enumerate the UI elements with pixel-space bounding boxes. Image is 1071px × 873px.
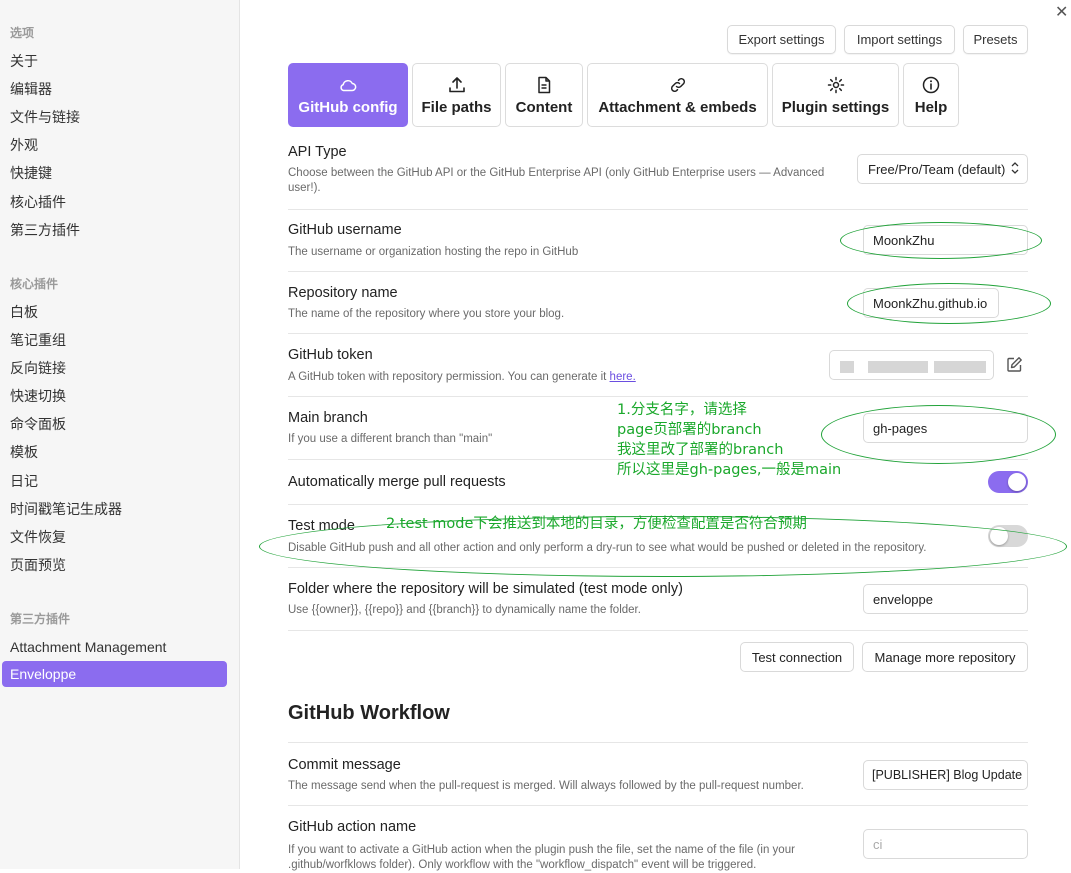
api-type-select[interactable]: Free/Pro/Team (default) [857, 154, 1028, 184]
sidebar-item-canvas[interactable]: 白板 [10, 303, 38, 321]
presets-button[interactable]: Presets [963, 25, 1028, 54]
setting-desc: .github/worfklows folder). Only workflow… [288, 859, 757, 871]
redacted-token [840, 361, 854, 373]
workflow-section-title: GitHub Workflow [288, 702, 450, 724]
sidebar-group-options: 选项 [10, 26, 35, 40]
sidebar-item-templates[interactable]: 模板 [10, 443, 38, 461]
select-value: Free/Pro/Team (default) [868, 161, 1006, 177]
setting-desc: The username or organization hosting the… [288, 246, 579, 258]
setting-name: Commit message [288, 757, 401, 773]
setting-name: GitHub token [288, 347, 373, 363]
sidebar-item-about[interactable]: 关于 [10, 52, 38, 70]
redacted-token [868, 361, 928, 373]
sidebar-item-file-recovery[interactable]: 文件恢复 [10, 528, 66, 546]
folder-input[interactable]: enveloppe [863, 584, 1028, 614]
tab-attachment-embeds[interactable]: Attachment & embeds [587, 63, 768, 127]
tab-label: GitHub config [298, 98, 398, 116]
sidebar-item-page-preview[interactable]: 页面预览 [10, 556, 66, 574]
sidebar-item-quick-switcher[interactable]: 快速切换 [10, 387, 66, 405]
sidebar-item-enveloppe[interactable]: Enveloppe [2, 661, 227, 687]
setting-name: Folder where the repository will be simu… [288, 581, 683, 597]
sidebar-item-note-composer[interactable]: 笔记重组 [10, 331, 66, 349]
setting-name: Main branch [288, 410, 368, 426]
commit-message-input[interactable]: [PUBLISHER] Blog Update [863, 760, 1028, 790]
test-connection-button[interactable]: Test connection [740, 642, 854, 672]
setting-desc: If you use a different branch than "main… [288, 433, 493, 445]
sidebar-item-attachment-management[interactable]: Attachment Management [10, 638, 166, 656]
cloud-icon [339, 75, 357, 95]
manage-repository-button[interactable]: Manage more repository [862, 642, 1028, 672]
settings-sidebar: 选项 关于 编辑器 文件与链接 外观 快捷键 核心插件 第三方插件 核心插件 白… [0, 0, 240, 869]
sidebar-item-hotkeys[interactable]: 快捷键 [10, 164, 52, 182]
generate-token-link[interactable]: here. [610, 371, 636, 383]
close-icon[interactable]: ✕ [1055, 2, 1068, 22]
tab-label: Help [914, 98, 948, 116]
setting-name: Automatically merge pull requests [288, 474, 506, 490]
tab-file-paths[interactable]: File paths [412, 63, 501, 127]
setting-name: GitHub username [288, 222, 402, 238]
sidebar-item-backlinks[interactable]: 反向链接 [10, 359, 66, 377]
sidebar-group-third: 第三方插件 [10, 612, 71, 626]
setting-name: API Type [288, 144, 347, 160]
token-input[interactable] [829, 350, 994, 380]
annotation-ellipse [840, 222, 1042, 259]
toggle-knob [1008, 473, 1026, 491]
setting-name: Repository name [288, 285, 398, 301]
tab-label: Attachment & embeds [598, 98, 757, 116]
setting-desc: Use {{owner}}, {{repo}} and {{branch}} t… [288, 604, 641, 616]
setting-desc: Choose between the GitHub API or the Git… [288, 167, 825, 194]
setting-desc: The message send when the pull-request i… [288, 780, 804, 792]
tab-label: Content [515, 98, 573, 116]
annotation-ellipse [821, 405, 1056, 464]
sidebar-item-files-links[interactable]: 文件与链接 [10, 108, 80, 126]
annotation-ellipse [847, 283, 1051, 324]
document-icon [536, 75, 552, 95]
sidebar-item-command-palette[interactable]: 命令面板 [10, 415, 66, 433]
setting-desc: The name of the repository where you sto… [288, 308, 565, 320]
auto-merge-toggle[interactable] [988, 471, 1028, 493]
tab-help[interactable]: Help [903, 63, 959, 127]
redacted-token [934, 361, 986, 373]
edit-icon[interactable] [1006, 356, 1023, 378]
sidebar-item-community-plugins[interactable]: 第三方插件 [10, 221, 80, 239]
sidebar-item-appearance[interactable]: 外观 [10, 136, 38, 154]
action-name-input[interactable]: ci [863, 829, 1028, 859]
tab-label: Plugin settings [781, 98, 890, 116]
tab-plugin-settings[interactable]: Plugin settings [772, 63, 899, 127]
sidebar-item-core-plugins[interactable]: 核心插件 [10, 193, 66, 211]
link-icon [669, 75, 687, 95]
sidebar-item-unique-note[interactable]: 时间戳笔记生成器 [10, 500, 122, 518]
chevron-updown-icon [1011, 161, 1019, 178]
tab-label: File paths [421, 98, 492, 116]
divider [288, 630, 1028, 631]
tab-github-config[interactable]: GitHub config [288, 63, 408, 127]
setting-desc: A GitHub token with repository permissio… [288, 371, 636, 383]
info-icon [922, 75, 940, 95]
export-settings-button[interactable]: Export settings [727, 25, 836, 54]
upload-icon [448, 75, 466, 95]
setting-desc: If you want to activate a GitHub action … [288, 844, 795, 856]
import-settings-button[interactable]: Import settings [844, 25, 955, 54]
sidebar-group-core: 核心插件 [10, 277, 59, 291]
tab-content[interactable]: Content [505, 63, 583, 127]
setting-name: GitHub action name [288, 819, 417, 835]
branch-annotation: 1.分支名字，请选择 page页部署的branch 我这里改了部署的branch… [617, 402, 842, 478]
sidebar-item-editor[interactable]: 编辑器 [10, 80, 52, 98]
gear-icon [827, 75, 845, 95]
test-mode-annotation: 2.test mode下会推送到本地的目录，方便检查配置是否符合预期 [386, 516, 807, 532]
sidebar-item-daily-notes[interactable]: 日记 [10, 472, 38, 490]
